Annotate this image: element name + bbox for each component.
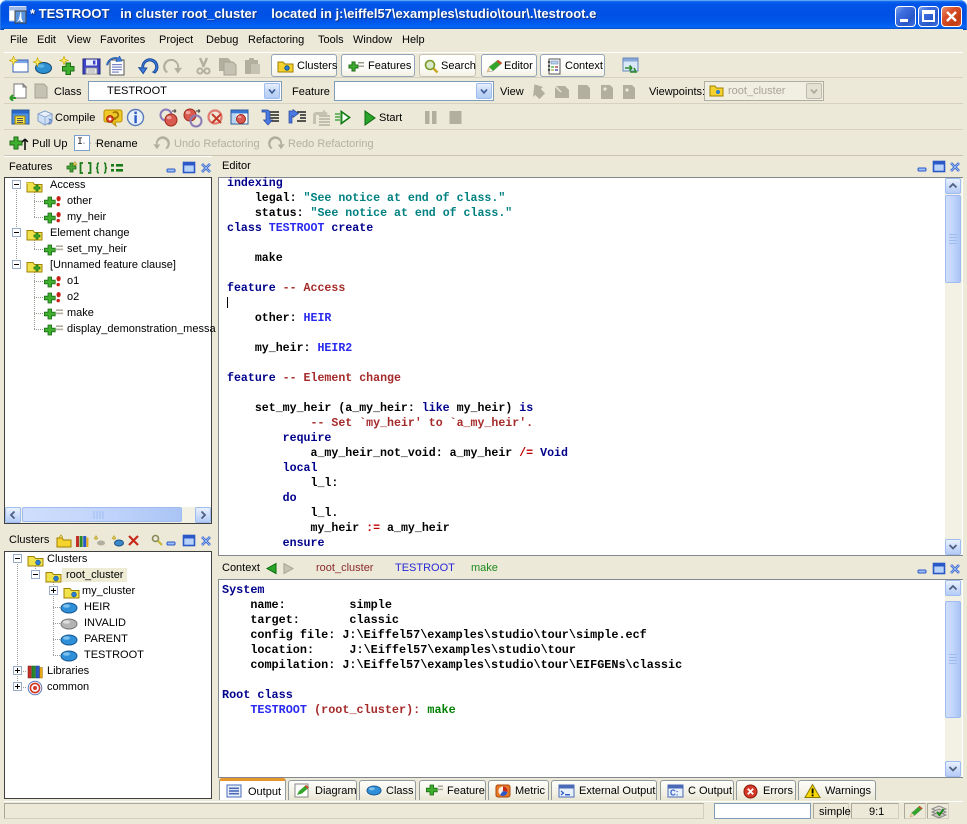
svg-text:C:: C: <box>670 789 678 798</box>
